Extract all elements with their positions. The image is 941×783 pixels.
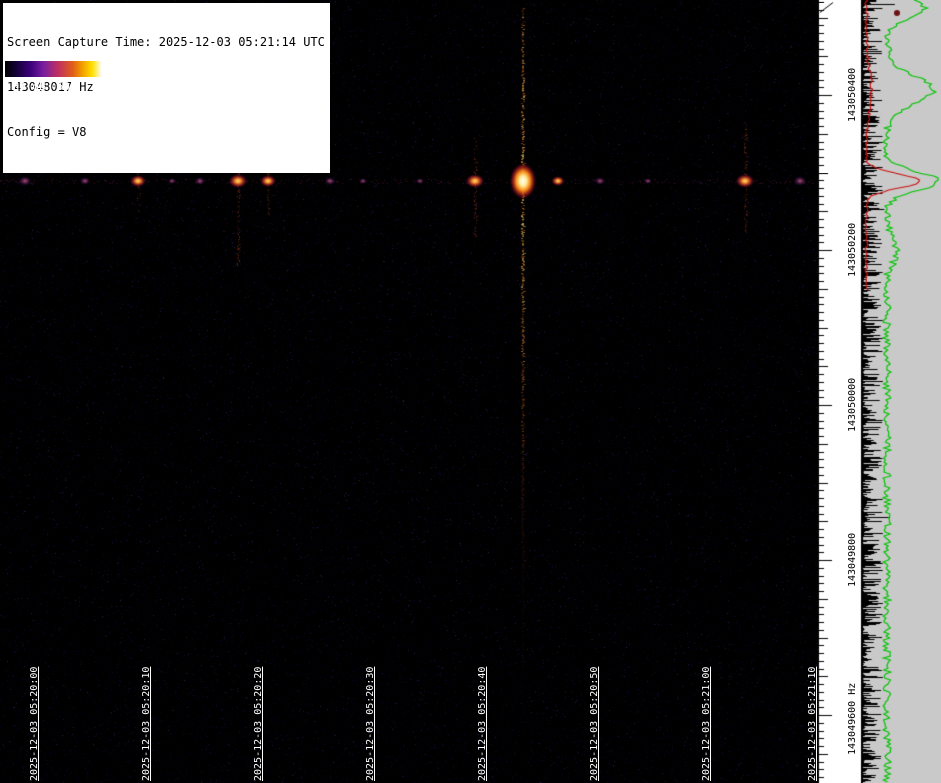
spectrum-lab-capture: Screen Capture Time: 2025-12-03 05:21:14… xyxy=(0,0,941,783)
config-text: Config = V8 xyxy=(7,125,87,139)
time-label: 2025-12-03 05:20:30 xyxy=(365,666,376,781)
freq-label: 143050200 xyxy=(847,222,858,277)
time-label: 2025-12-03 05:21:00 xyxy=(701,666,712,781)
color-scale-legend: -80 dB -60 -40 xyxy=(5,61,104,93)
legend-labels: -80 dB -60 -40 xyxy=(5,80,104,93)
freq-label: 143050000 xyxy=(847,377,858,432)
time-label: 2025-12-03 05:20:10 xyxy=(141,666,152,781)
freq-label: 143050400 xyxy=(847,67,858,122)
time-label: 2025-12-03 05:20:20 xyxy=(253,666,264,781)
time-label: 2025-12-03 05:20:40 xyxy=(477,666,488,781)
freq-label: 143049800 xyxy=(847,532,858,587)
legend-label-min: -80 dB xyxy=(6,80,46,93)
time-label: 2025-12-03 05:20:50 xyxy=(589,666,600,781)
color-gradient-bar xyxy=(5,61,102,77)
legend-label-max: -40 xyxy=(84,80,104,93)
time-label: 2025-12-03 05:20:00 xyxy=(29,666,40,781)
legend-label-mid: -60 xyxy=(50,80,70,93)
freq-label: 143049600 Hz xyxy=(847,682,858,755)
time-label: 2025-12-03 05:21:10 xyxy=(807,666,818,781)
capture-time-text: Screen Capture Time: 2025-12-03 05:21:14… xyxy=(7,35,325,49)
